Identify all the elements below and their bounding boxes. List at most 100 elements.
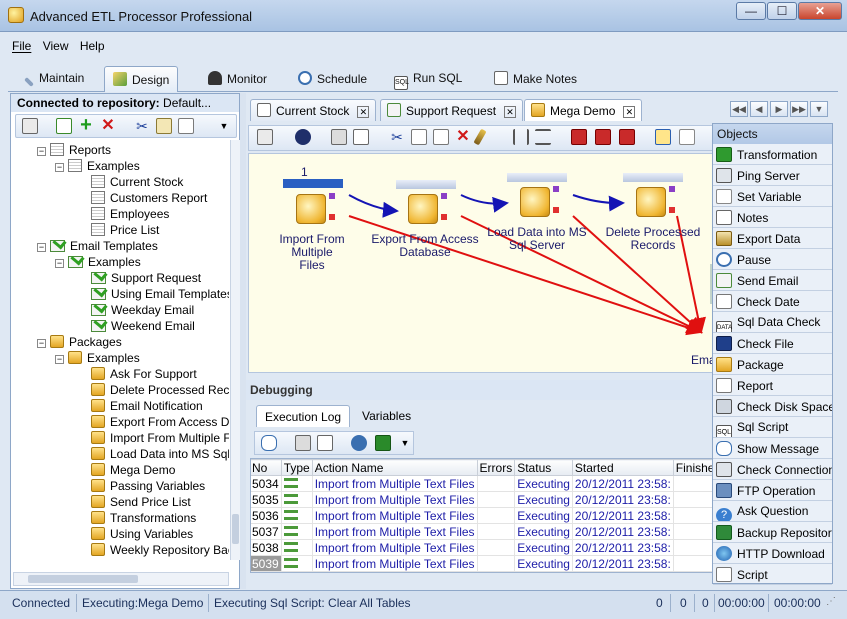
tab-schedule[interactable]: Schedule xyxy=(290,66,375,92)
save-icon[interactable] xyxy=(295,129,311,145)
delete-icon[interactable]: ✕ xyxy=(100,118,116,134)
tree-item[interactable]: Passing Variables xyxy=(91,478,205,494)
tree-item[interactable]: Employees xyxy=(91,206,169,222)
tab-execution-log[interactable]: Execution Log xyxy=(256,405,351,427)
brush-icon[interactable] xyxy=(473,128,487,146)
align-horizontal-icon[interactable] xyxy=(535,129,551,145)
cut-icon[interactable]: ✂ xyxy=(134,118,150,134)
cut-icon[interactable]: ✂ xyxy=(389,129,405,145)
collapse-icon[interactable]: − xyxy=(37,243,46,252)
success-port[interactable] xyxy=(329,193,335,199)
object-ping-server[interactable]: Ping Server xyxy=(713,165,832,186)
tree-node-reports[interactable]: − Reports xyxy=(37,142,111,158)
object-check-date[interactable]: Check Date xyxy=(713,291,832,312)
error-port[interactable] xyxy=(329,214,335,220)
object-transformation[interactable]: Transformation xyxy=(713,144,832,165)
table-row[interactable]: 5034 Import from Multiple Text Files Execu… xyxy=(251,475,713,492)
node-package-import[interactable] xyxy=(296,194,326,224)
scrollbar-thumb[interactable] xyxy=(232,514,239,544)
refresh-icon[interactable] xyxy=(56,118,72,134)
repository-name[interactable]: Default... xyxy=(163,96,211,110)
chevron-down-icon[interactable]: ▼ xyxy=(216,118,232,134)
title-bar[interactable]: Advanced ETL Processor Professional — ☐ … xyxy=(0,0,847,32)
tree-item[interactable]: Weekly Repository Bac xyxy=(91,542,229,558)
tree-node-examples[interactable]: − Examples xyxy=(55,158,140,174)
error-port[interactable] xyxy=(553,207,559,213)
doc-tab-mega-demo[interactable]: Mega Demo ✕ xyxy=(524,99,643,121)
column-header[interactable]: Started xyxy=(571,459,674,476)
column-header[interactable]: Action Name xyxy=(311,459,478,476)
user-icon[interactable] xyxy=(351,435,367,451)
table-row[interactable]: 5035 Import from Multiple Text Files Execu… xyxy=(251,491,713,508)
success-port[interactable] xyxy=(441,193,447,199)
tree-node-examples[interactable]: − Examples xyxy=(55,350,140,366)
object-send-email[interactable]: Send Email xyxy=(713,270,832,291)
stop-icon[interactable] xyxy=(619,129,635,145)
prev-tab-button[interactable]: ◀ xyxy=(750,101,768,117)
table-row[interactable]: 5036 Import from Multiple Text Files Execu… xyxy=(251,507,713,524)
paste-icon[interactable] xyxy=(178,118,194,134)
minimize-button[interactable]: — xyxy=(736,2,766,20)
table-row-selected[interactable]: 5039 Import from Multiple Text Files Execu… xyxy=(251,555,713,572)
object-ftp-operation[interactable]: FTP Operation xyxy=(713,480,832,501)
table-row[interactable]: 5038 Import from Multiple Text Files Execu… xyxy=(251,539,713,556)
success-port[interactable] xyxy=(669,186,675,192)
tree-vertical-scrollbar[interactable] xyxy=(230,140,240,560)
tree-item[interactable]: Export From Access Da xyxy=(91,414,229,430)
align-vertical-icon[interactable] xyxy=(513,129,529,145)
tree-item[interactable]: Email Notification xyxy=(91,398,203,414)
object-backup-repository[interactable]: Backup Repository xyxy=(713,522,832,543)
tree-item[interactable]: Weekday Email xyxy=(91,302,194,318)
object-report[interactable]: Report xyxy=(713,375,832,396)
column-header[interactable]: Status xyxy=(514,459,573,476)
message-icon[interactable] xyxy=(261,435,277,451)
tree-node-packages[interactable]: − Packages xyxy=(37,334,122,350)
collapse-icon[interactable]: − xyxy=(37,147,46,156)
close-tab-icon[interactable]: ✕ xyxy=(623,106,636,118)
object-notes[interactable]: Notes xyxy=(713,207,832,228)
object-check-connection[interactable]: Check Connection xyxy=(713,459,832,480)
error-port[interactable] xyxy=(669,207,675,213)
run-selected-icon[interactable] xyxy=(595,129,611,145)
paste-icon[interactable] xyxy=(433,129,449,145)
tree-item[interactable]: Send Price List xyxy=(91,494,191,510)
tab-list-button[interactable]: ▼ xyxy=(810,101,828,117)
tree-item[interactable]: Delete Processed Reco xyxy=(91,382,229,398)
menu-help[interactable]: Help xyxy=(76,36,109,56)
tree-item[interactable]: Ask For Support xyxy=(91,366,197,382)
tab-monitor[interactable]: Monitor xyxy=(200,66,275,92)
maximize-button[interactable]: ☐ xyxy=(767,2,797,20)
column-header[interactable]: Errors xyxy=(476,459,516,476)
tree-item[interactable]: Using Email Templates xyxy=(91,286,229,302)
last-tab-button[interactable]: ▶▶ xyxy=(790,101,808,117)
error-port[interactable] xyxy=(441,214,447,220)
properties-icon[interactable] xyxy=(257,129,273,145)
doc-tab-current-stock[interactable]: Current Stock ✕ xyxy=(250,99,377,121)
tree-item[interactable]: Customers Report xyxy=(91,190,207,206)
node-package-load[interactable] xyxy=(520,187,550,217)
excel-icon[interactable] xyxy=(375,435,391,451)
print-icon[interactable] xyxy=(331,129,347,145)
column-header[interactable]: Type xyxy=(280,459,313,476)
print-preview-icon[interactable] xyxy=(317,435,333,451)
tree-item[interactable]: Price List xyxy=(91,222,159,238)
menu-file[interactable]: File xyxy=(8,36,35,56)
collapse-icon[interactable]: − xyxy=(55,163,64,172)
column-header[interactable]: Finished xyxy=(672,459,713,476)
node-package-delete[interactable] xyxy=(636,187,666,217)
tab-make-notes[interactable]: Make Notes xyxy=(486,66,585,92)
tree-item[interactable]: Weekend Email xyxy=(91,318,195,334)
resize-grip-icon[interactable]: ⋰ xyxy=(826,596,836,607)
tree-item[interactable]: Transformations xyxy=(91,510,196,526)
tab-design[interactable]: Design xyxy=(104,66,179,92)
copy-icon[interactable] xyxy=(411,129,427,145)
menu-view[interactable]: View xyxy=(39,36,73,56)
object-pause[interactable]: Pause xyxy=(713,249,832,270)
object-package[interactable]: Package xyxy=(713,354,832,375)
object-http-download[interactable]: HTTP Download xyxy=(713,543,832,564)
tree-horizontal-scrollbar[interactable] xyxy=(13,572,229,586)
scrollbar-thumb[interactable] xyxy=(28,575,138,583)
tree-item[interactable]: Using Variables xyxy=(91,526,193,542)
print-preview-icon[interactable] xyxy=(353,129,369,145)
tab-maintain[interactable]: Maintain xyxy=(16,66,92,92)
